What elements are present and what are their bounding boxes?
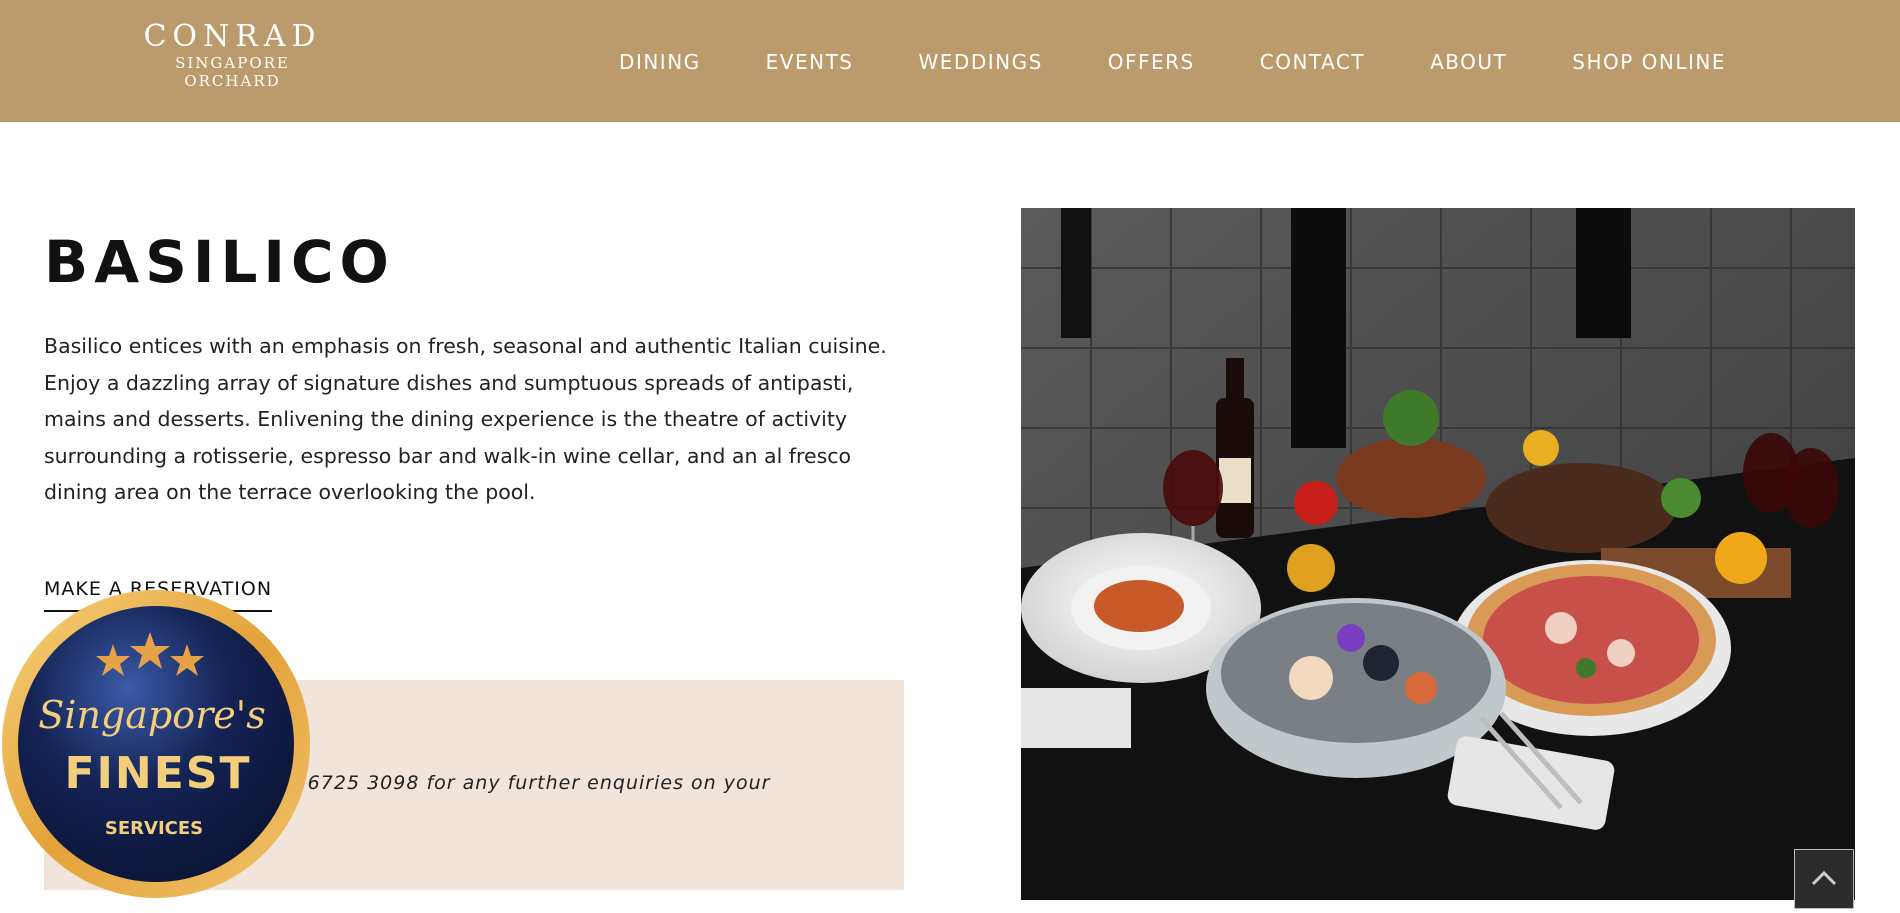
restaurant-description: Basilico entices with an emphasis on fre… [44, 334, 887, 504]
svg-text:Singapore's: Singapore's [38, 693, 265, 737]
page-title: BASILICO [44, 228, 395, 296]
main-nav: DINING EVENTS WEDDINGS OFFERS CONTACT AB… [619, 50, 1726, 74]
food-photo-illustration [1021, 208, 1855, 900]
logo-brand-name: CONRAD [143, 19, 322, 54]
conrad-logo[interactable]: CONRAD SINGAPORE ORCHARD [140, 19, 325, 91]
logo-location-line2: ORCHARD [184, 72, 281, 90]
food-photo [1021, 208, 1855, 900]
nav-weddings[interactable]: WEDDINGS [919, 50, 1043, 74]
svg-text:SERVICES: SERVICES [105, 818, 203, 839]
scroll-to-top-button[interactable] [1794, 849, 1854, 909]
nav-shop-online[interactable]: SHOP ONLINE [1572, 50, 1726, 74]
nav-events[interactable]: EVENTS [766, 50, 854, 74]
svg-text:FINEST: FINEST [64, 748, 251, 799]
badge-seal: Singapore's FINEST SERVICES [2, 590, 310, 898]
singapores-finest-badge: Singapore's FINEST SERVICES [0, 588, 312, 900]
nav-dining[interactable]: DINING [619, 50, 701, 74]
nav-offers[interactable]: OFFERS [1108, 50, 1195, 74]
enquiry-text: call 6725 3098 for any further enquiries… [264, 772, 771, 794]
logo-location-line1: SINGAPORE [175, 54, 290, 72]
chevron-up-icon [1811, 870, 1837, 886]
nav-about[interactable]: ABOUT [1430, 50, 1507, 74]
nav-contact[interactable]: CONTACT [1260, 50, 1365, 74]
site-header: CONRAD SINGAPORE ORCHARD DINING EVENTS W… [0, 0, 1900, 122]
